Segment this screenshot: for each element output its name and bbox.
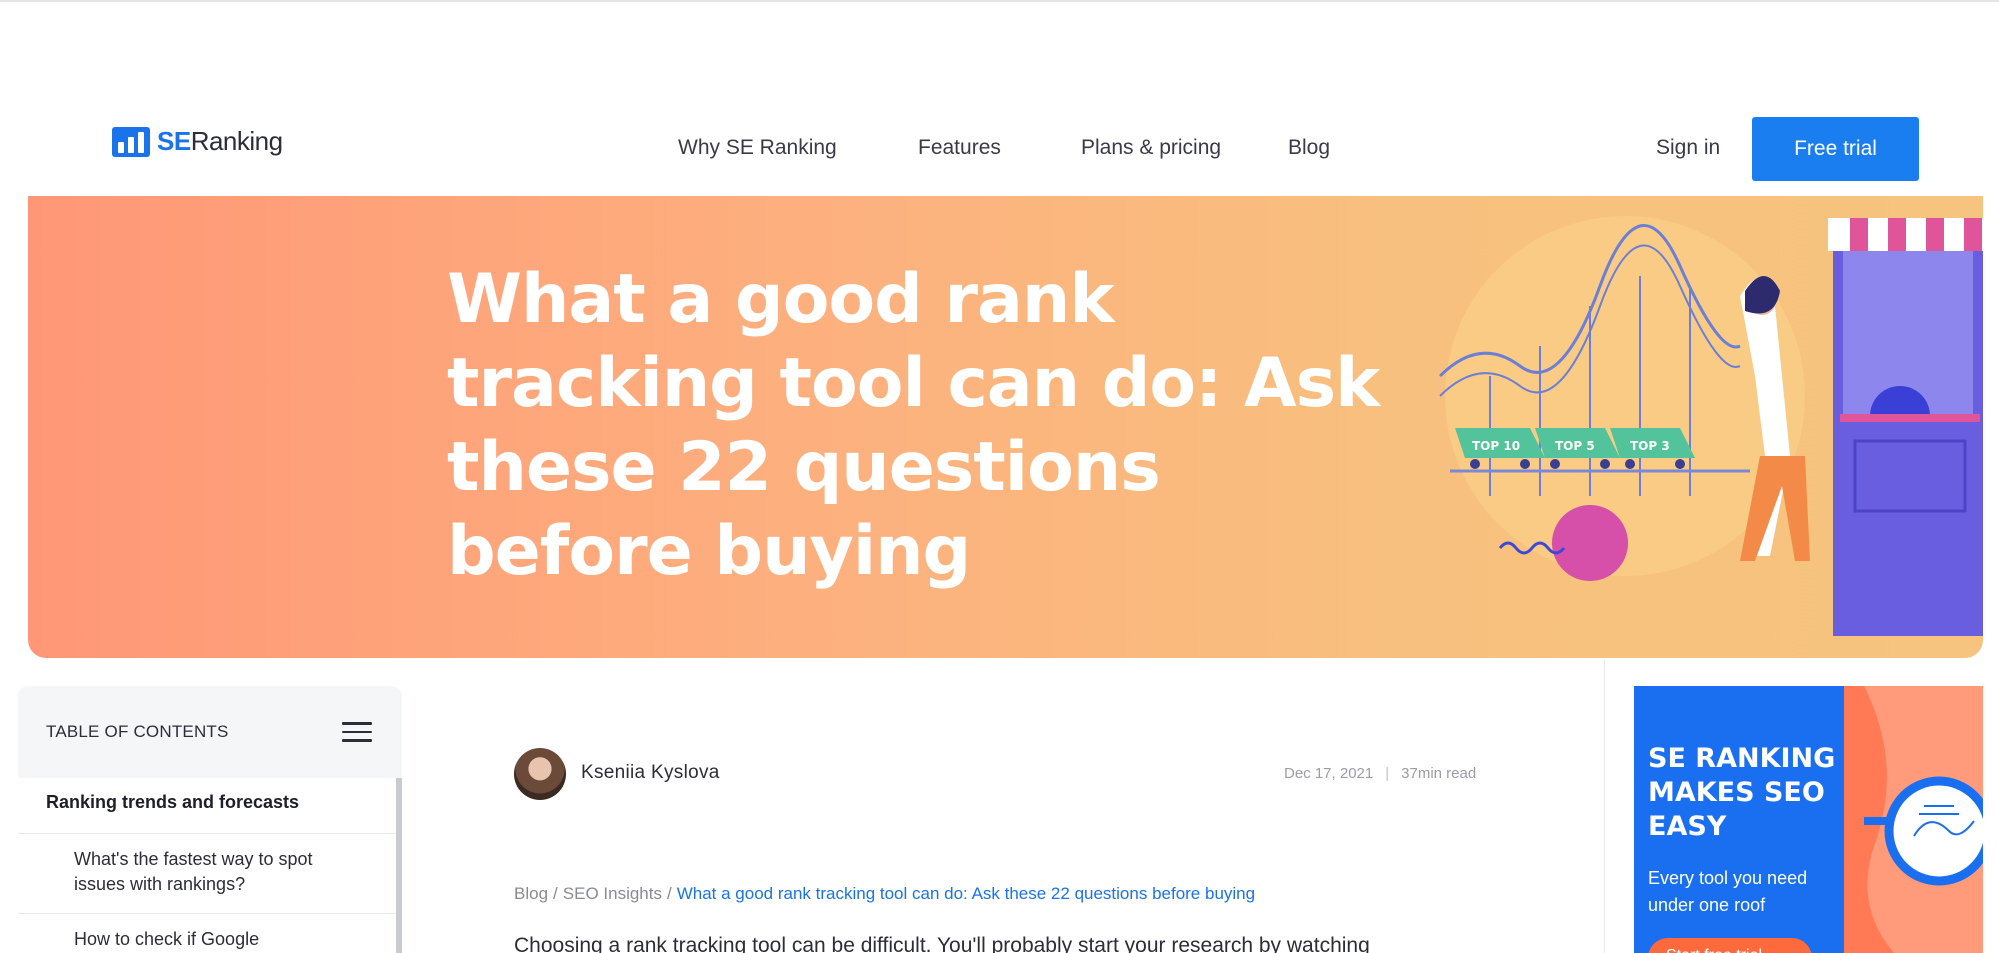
rollercoaster-illustration: TOP 10 TOP 5 TOP 3 [1438,216,1983,636]
svg-text:TOP 3: TOP 3 [1630,439,1670,453]
top-divider [0,0,1999,2]
nav-plans-pricing[interactable]: Plans & pricing [1081,136,1221,160]
toc-item-ranking-trends[interactable]: Ranking trends and forecasts [18,778,396,834]
site-header: SERanking Why SE Ranking Features Plans … [0,110,1999,188]
ad-start-trial-button[interactable]: Start free trial [1648,938,1812,953]
article-title: What a good rank tracking tool can do: A… [447,260,1380,591]
content-divider [1604,660,1605,953]
post-date: Dec 17, 2021 [1284,765,1374,782]
page: SERanking Why SE Ranking Features Plans … [0,0,1999,953]
ad-title: SE RANKING MAKES SEO EASY [1648,743,1836,842]
nav-features[interactable]: Features [918,136,1001,160]
sidebar-ad[interactable]: SE RANKING MAKES SEO EASY Every tool you… [1634,686,1983,953]
toc-list: Ranking trends and forecasts What's the … [18,778,396,953]
ad-subtitle: Every tool you need under one roof [1648,868,1808,915]
hero-banner: What a good rank tracking tool can do: A… [28,196,1983,658]
free-trial-button[interactable]: Free trial [1752,117,1919,181]
nav-blog[interactable]: Blog [1288,136,1330,160]
logo-text: SERanking [157,126,283,156]
toc-heading: TABLE OF CONTENTS [46,722,229,741]
table-of-contents: TABLE OF CONTENTS Ranking trends and for… [18,686,402,953]
toc-item-check-google[interactable]: How to check if Google [18,914,396,953]
logo-link[interactable]: SERanking [112,126,283,157]
author-avatar[interactable] [514,748,566,800]
author-name[interactable]: Kseniia Kyslova [581,762,720,784]
breadcrumb-current: What a good rank tracking tool can do: A… [676,884,1256,903]
breadcrumb-blog[interactable]: Blog [514,884,548,903]
toc-scrollbar[interactable] [396,778,402,953]
svg-text:TOP 10: TOP 10 [1472,439,1520,453]
toc-item-fastest-way[interactable]: What's the fastest way to spot issues wi… [18,834,396,914]
breadcrumb-seo-insights[interactable]: SEO Insights [563,884,662,903]
breadcrumb: Blog / SEO Insights / What a good rank track… [514,884,1256,903]
bar-chart-icon [112,126,150,157]
nav-why-se-ranking[interactable]: Why SE Ranking [678,136,837,160]
post-meta: Dec 17, 2021 | 37min read [1284,765,1477,782]
article-intro: Choosing a rank tracking tool can be dif… [514,934,1370,953]
sign-in-link[interactable]: Sign in [1656,136,1720,160]
read-time: 37min read [1401,765,1477,782]
svg-text:TOP 5: TOP 5 [1555,439,1595,453]
hamburger-menu-icon[interactable] [342,722,372,744]
